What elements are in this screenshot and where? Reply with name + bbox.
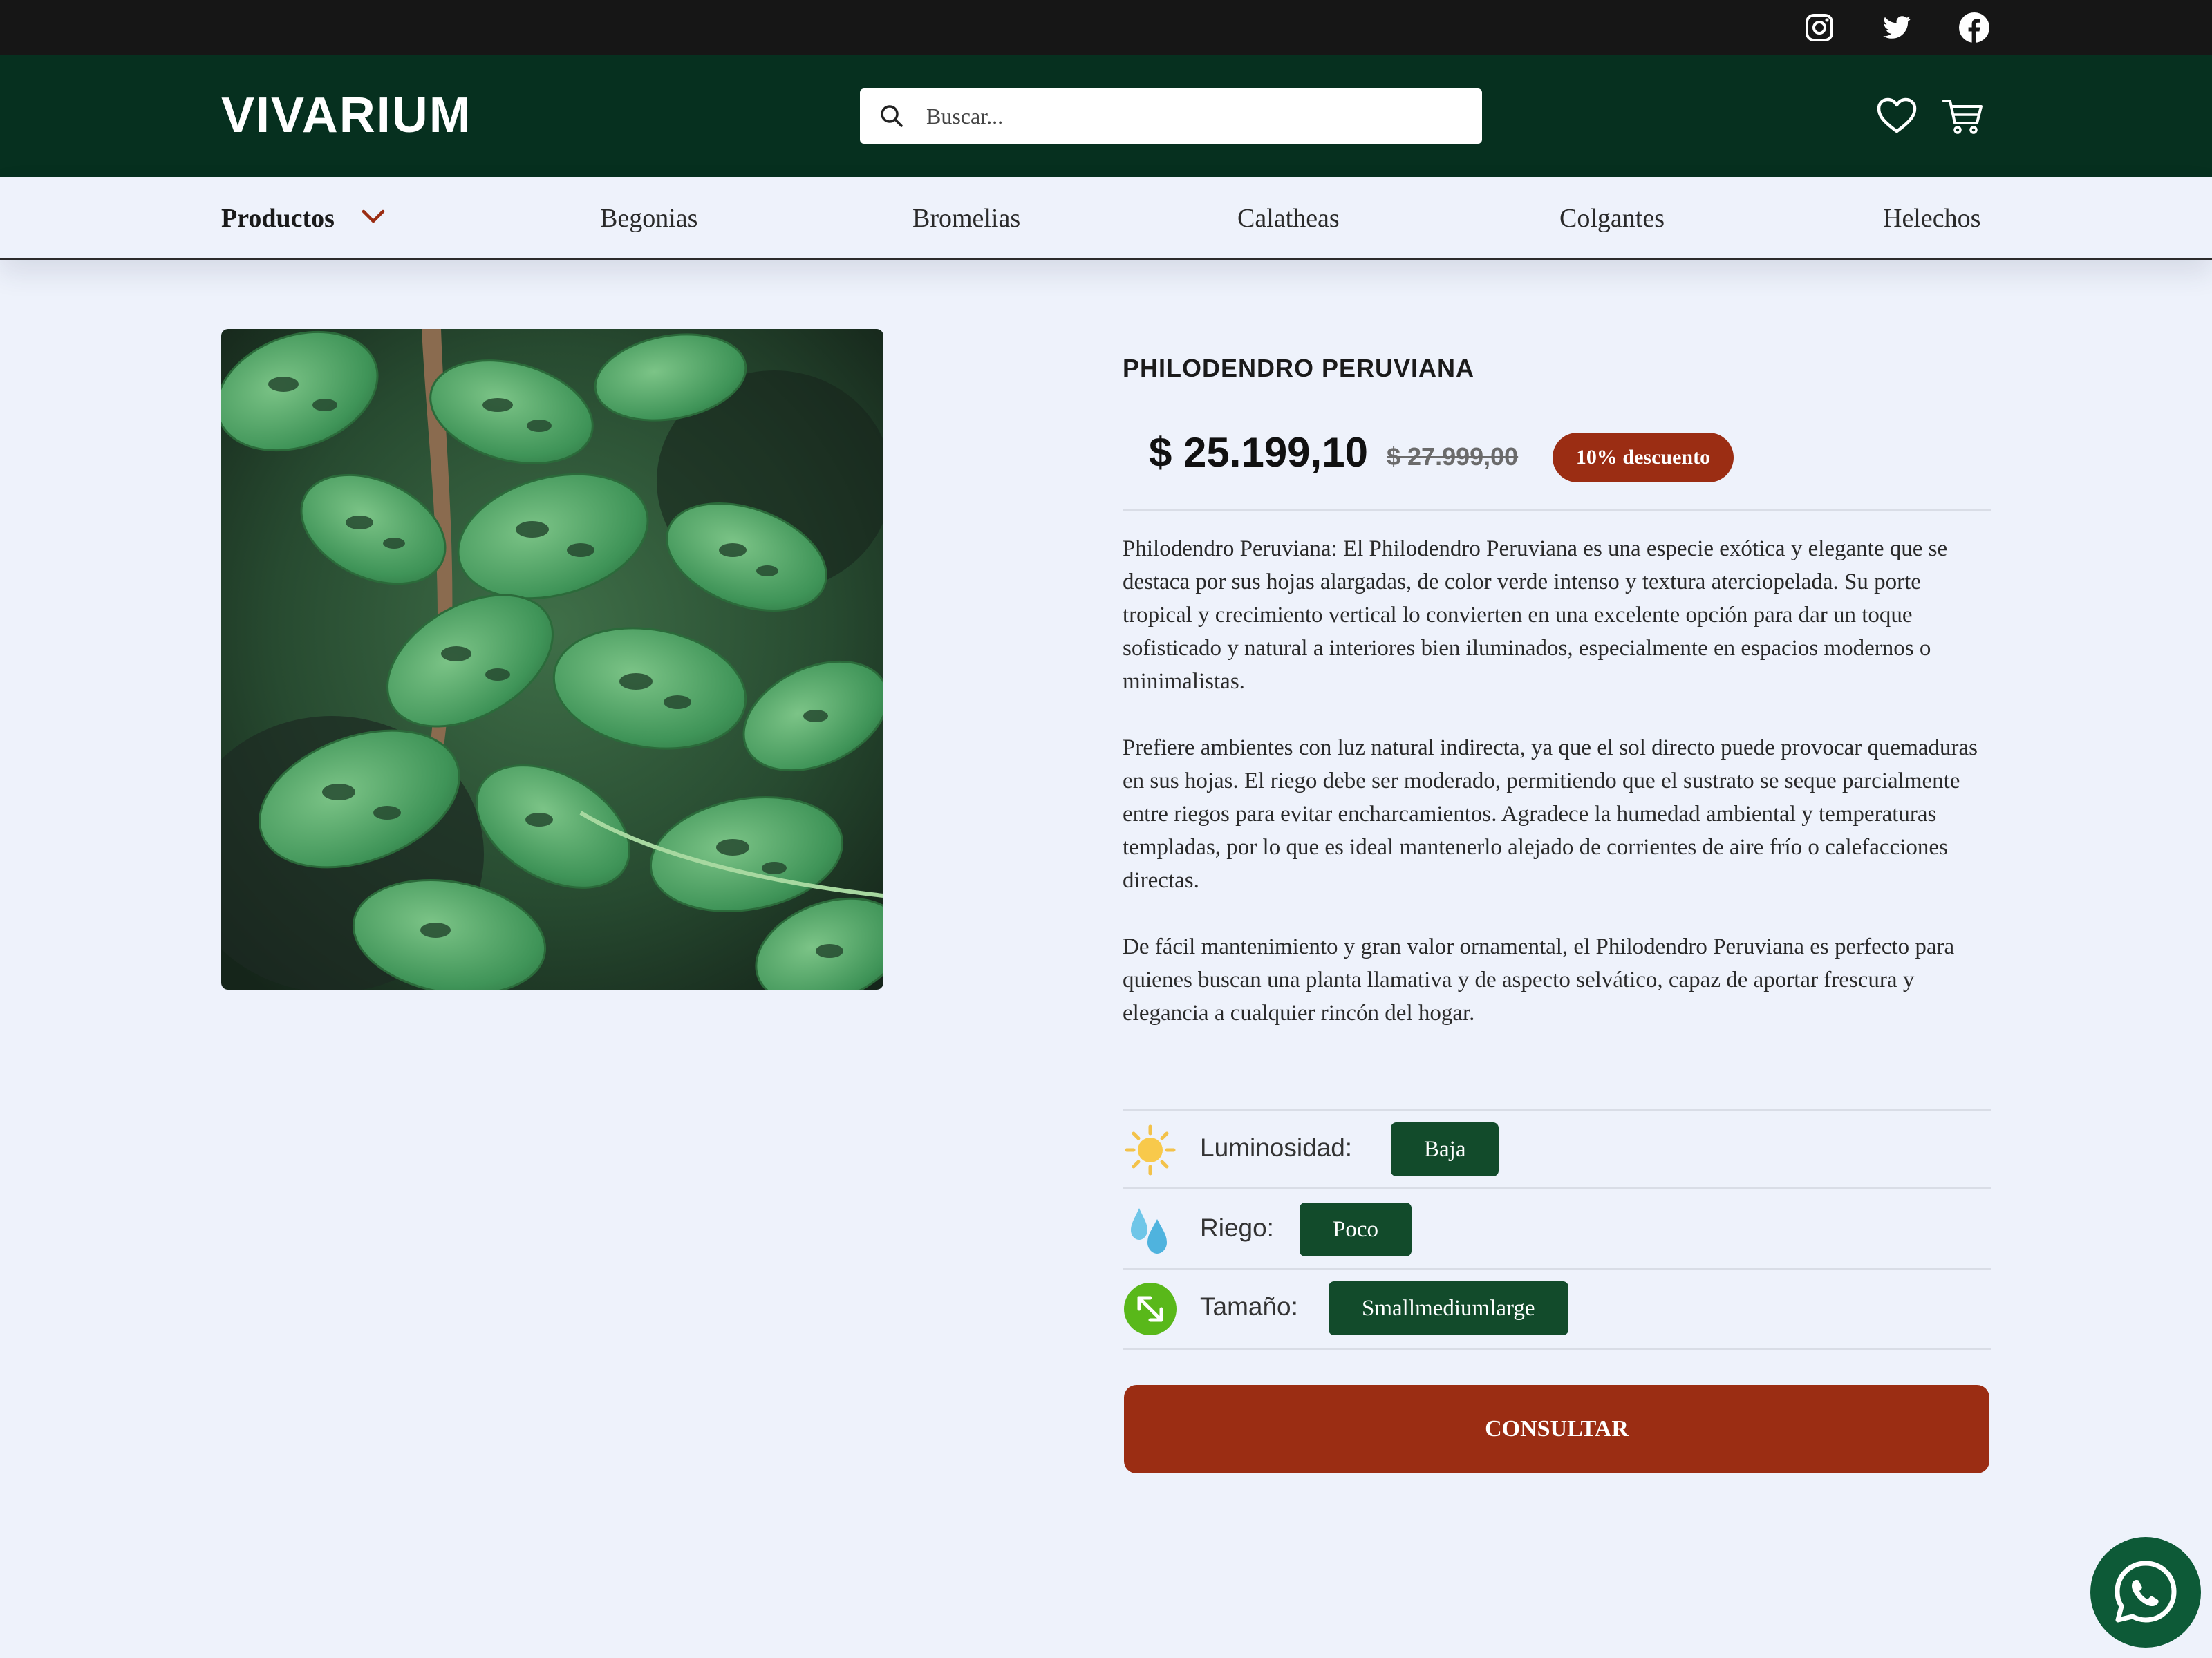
attribute-size: Tamaño: Smallmediumlarge [1123, 1268, 1991, 1345]
nav-item-colgantes[interactable]: Colgantes [1559, 203, 1665, 234]
divider [1123, 1348, 1991, 1350]
consultar-button[interactable]: CONSULTAR [1124, 1385, 1989, 1473]
description-paragraph: Philodendro Peruviana: El Philodendro Pe… [1123, 536, 1948, 694]
product-image[interactable] [221, 329, 883, 990]
attribute-light: Luminosidad: Baja [1123, 1109, 1991, 1186]
current-price: $ 25.199,10 [1149, 429, 1368, 475]
nav-item-helechos[interactable]: Helechos [1883, 203, 1980, 234]
category-nav: Productos Begonias Bromelias Calatheas C… [0, 177, 2212, 260]
sun-icon [1125, 1124, 1176, 1176]
plant-photo [221, 329, 883, 990]
discount-badge: 10% descuento [1553, 433, 1734, 482]
twitter-icon[interactable] [1880, 11, 1913, 44]
nav-productos-label: Productos [221, 204, 335, 233]
whatsapp-icon [2115, 1561, 2177, 1623]
nav-item-calatheas[interactable]: Calatheas [1237, 203, 1340, 234]
nav-item-begonias[interactable]: Begonias [600, 203, 697, 234]
resize-arrows-icon [1124, 1283, 1177, 1335]
product-title: PHILODENDRO PERUVIANA [1123, 354, 1475, 382]
water-value-chip: Poco [1300, 1203, 1412, 1256]
description-paragraph: De fácil mantenimiento y gran valor orna… [1123, 934, 1955, 1026]
product-description: Philodendro Peruviana: El Philodendro Pe… [1123, 532, 1991, 1063]
water-drops-icon [1131, 1208, 1167, 1254]
chevron-down-icon [362, 209, 385, 223]
logo[interactable]: VIVARIUM [221, 87, 472, 144]
light-value-chip: Baja [1391, 1122, 1499, 1176]
heart-icon[interactable] [1875, 94, 1919, 138]
search-input[interactable] [926, 88, 1465, 144]
nav-productos-dropdown[interactable]: Productos [221, 203, 385, 234]
site-header: VIVARIUM [0, 55, 2212, 177]
facebook-icon[interactable] [1958, 11, 1991, 44]
nav-item-bromelias[interactable]: Bromelias [912, 203, 1020, 234]
whatsapp-button[interactable] [2090, 1537, 2201, 1648]
attribute-label: Riego: [1200, 1214, 1274, 1242]
description-paragraph: Prefiere ambientes con luz natural indir… [1123, 735, 1978, 893]
original-price: $ 27.999,00 [1387, 442, 1519, 471]
size-value-chip: Smallmediumlarge [1329, 1281, 1568, 1335]
instagram-icon[interactable] [1803, 11, 1836, 44]
attribute-label: Tamaño: [1200, 1292, 1298, 1321]
social-bar [0, 0, 2212, 55]
search-bar[interactable] [860, 88, 1482, 144]
cart-icon[interactable] [1941, 94, 1985, 138]
attribute-label: Luminosidad: [1200, 1133, 1353, 1162]
search-icon [881, 105, 903, 127]
divider [1123, 509, 1991, 511]
attribute-water: Riego: Poco [1123, 1189, 1991, 1266]
